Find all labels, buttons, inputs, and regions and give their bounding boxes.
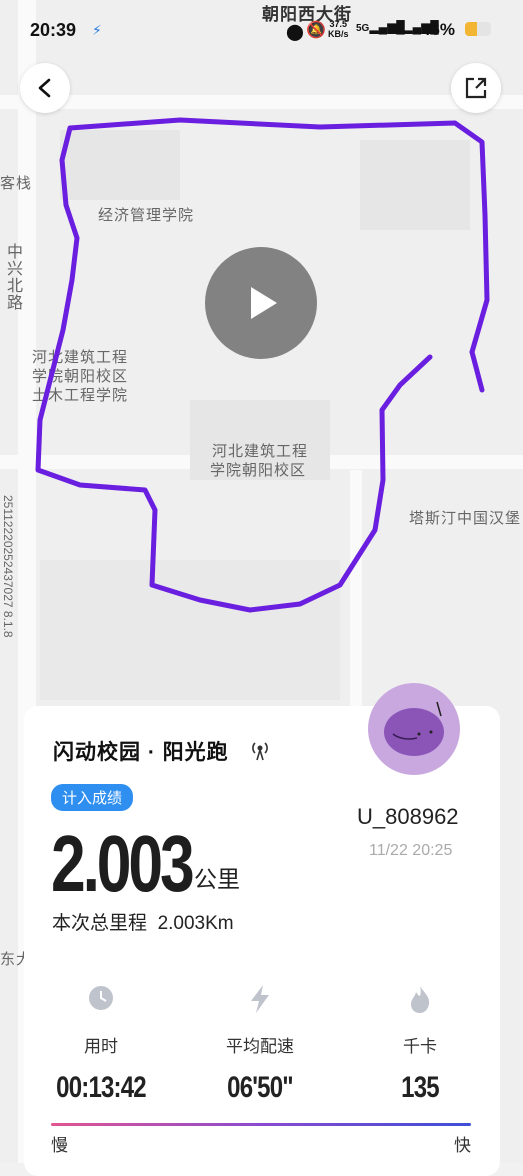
stat-value: 135 xyxy=(401,1071,439,1104)
share-button[interactable] xyxy=(451,63,501,113)
stat-duration: 用时 00:13:42 xyxy=(41,984,161,1105)
run-result-card: 闪动校园 · 阳光跑 计入成绩 2.003 公里 本次总里程 2.003Km U… xyxy=(24,706,500,1176)
total-distance: 本次总里程 2.003Km xyxy=(52,908,234,935)
total-distance-label: 本次总里程 xyxy=(52,913,148,934)
location-icon: ⬤ xyxy=(286,24,304,41)
signal-label: 5G xyxy=(356,23,370,34)
net-speed: 37.5 KB/s xyxy=(328,19,349,39)
stat-value: 00:13:42 xyxy=(56,1071,146,1104)
stat-calories: 千卡 135 xyxy=(360,984,480,1105)
net-speed-value: 37.5 xyxy=(329,19,348,29)
run-datetime: 11/22 20:25 xyxy=(369,842,453,859)
activity-title: 闪动校园 · 阳光跑 xyxy=(53,741,229,764)
share-icon xyxy=(465,77,487,99)
play-button[interactable] xyxy=(205,247,317,359)
play-icon xyxy=(251,287,277,319)
lightning-icon xyxy=(251,985,269,1013)
stat-pace: 平均配速 06'50" xyxy=(200,984,320,1105)
status-time: 20:39 xyxy=(30,20,77,40)
avatar[interactable] xyxy=(368,683,460,775)
user-id: U_808962 xyxy=(357,804,459,829)
pace-gradient-bar xyxy=(51,1123,471,1126)
pace-fast-label: 快 xyxy=(454,1136,471,1155)
clock-icon xyxy=(89,986,113,1010)
battery-icon xyxy=(465,22,491,36)
back-button[interactable] xyxy=(20,63,70,113)
stat-label: 平均配速 xyxy=(226,1037,294,1056)
stat-label: 千卡 xyxy=(403,1037,437,1056)
chevron-left-icon xyxy=(38,78,51,98)
status-bar: 朝阳西大街 20:39 ⚡ ⬤ 🔕 37.5 KB/s 5G▂▄▆█ 5G▂▄▆… xyxy=(0,0,523,60)
avatar-image-icon xyxy=(384,701,444,756)
pace-slow-label: 慢 xyxy=(51,1136,68,1155)
signal-label: 5G xyxy=(390,23,404,34)
mute-icon: 🔕 xyxy=(306,22,326,39)
broadcast-icon xyxy=(252,742,268,761)
battery-percent: 46% xyxy=(421,20,456,39)
flame-icon xyxy=(411,986,430,1013)
sync-icon: ⚡ xyxy=(92,22,102,38)
stat-label: 用时 xyxy=(84,1037,118,1056)
counted-badge: 计入成绩 xyxy=(51,784,134,811)
distance-unit: 公里 xyxy=(194,866,240,892)
total-distance-value: 2.003Km xyxy=(157,913,234,934)
distance-value: 2.003 xyxy=(51,819,195,908)
stat-value: 06'50" xyxy=(227,1071,293,1104)
net-speed-unit: KB/s xyxy=(328,29,349,39)
